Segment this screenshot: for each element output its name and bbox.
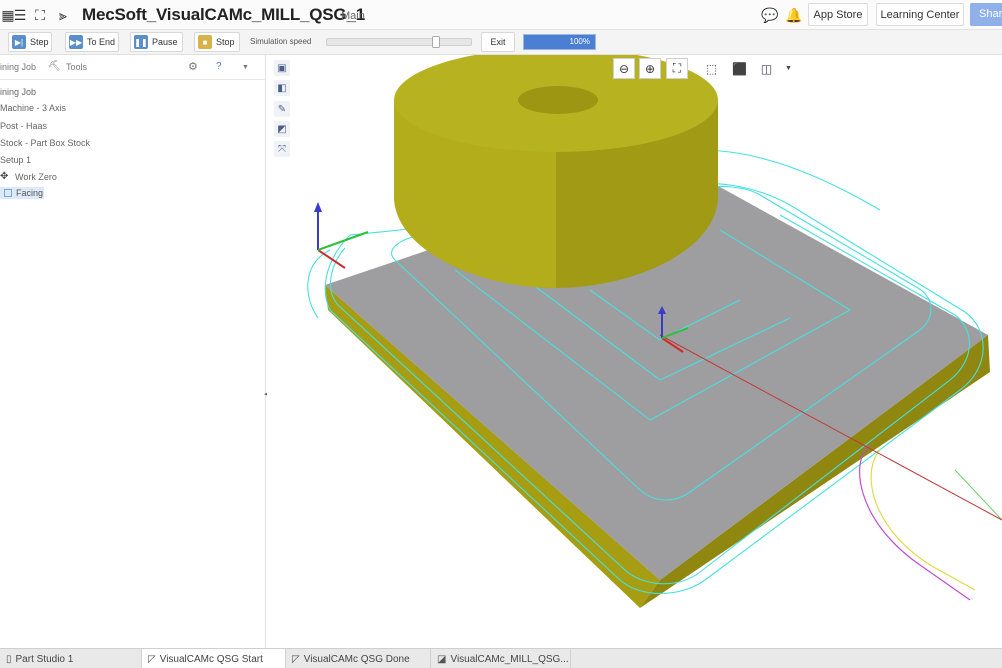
step-label: Step <box>30 37 49 47</box>
to-end-icon: ▶▶ <box>69 35 83 49</box>
help-icon[interactable]: ? <box>216 61 222 72</box>
stop-icon: ■ <box>198 35 212 49</box>
view-iso-icon[interactable]: ⬛ <box>732 61 747 76</box>
tree-item-post[interactable]: Post - Haas <box>0 121 47 131</box>
menu-icon[interactable]: ☰ <box>12 6 28 24</box>
stop-label: Stop <box>216 37 235 47</box>
learning-center-button[interactable]: Learning Center <box>876 3 964 26</box>
simulation-scene <box>307 55 1002 608</box>
tree-item-work-zero[interactable]: Work Zero <box>15 172 57 182</box>
zoom-in-button[interactable]: ⊕ <box>639 58 661 79</box>
part-studio-icon: ▯ <box>6 653 12 665</box>
zoom-in-icon: ⊕ <box>644 61 656 76</box>
tab-part-studio[interactable]: ▯ Part Studio 1 <box>0 649 142 668</box>
to-end-button[interactable]: ▶▶ To End <box>65 32 119 52</box>
facing-icon <box>4 189 12 197</box>
toolpath-lead <box>954 469 1002 521</box>
zoom-fit-button[interactable]: ⛶ <box>666 58 688 79</box>
step-button[interactable]: ▶| Step <box>8 32 52 52</box>
to-end-label: To End <box>87 37 116 47</box>
tab-qsg-done-label: VisualCAMc QSG Done <box>303 653 410 665</box>
exit-button[interactable]: Exit <box>481 32 515 52</box>
step-icon: ▶| <box>12 35 26 49</box>
zoom-out-icon: ⊖ <box>618 61 630 76</box>
comments-icon[interactable]: 💬 <box>761 6 778 24</box>
tab-qsg-start[interactable]: ◸ VisualCAMc QSG Start <box>142 649 286 668</box>
notifications-icon[interactable]: 🔔 <box>785 6 802 24</box>
toolpath-retract <box>859 444 971 601</box>
app-root: ▦ ☰ ⛶ ⫸ MecSoft_VisualCAMc_MILL_QSG_1 Ma… <box>0 0 1002 668</box>
tools-tab-icon[interactable]: ⛏ <box>48 61 61 72</box>
tree-item-setup[interactable]: Setup 1 <box>0 155 31 165</box>
pause-icon: ❚❚ <box>134 35 148 49</box>
tab-machining-job[interactable]: ining Job <box>0 62 36 72</box>
tab-mill-qsg[interactable]: ◪ VisualCAMc_MILL_QSG... <box>431 649 571 668</box>
show-tool-icon[interactable]: ✎ <box>274 101 290 117</box>
pause-button[interactable]: ❚❚ Pause <box>130 32 183 52</box>
tree-item-stock[interactable]: Stock - Part Box Stock <box>0 138 90 148</box>
top-bar: ▦ ☰ ⛶ ⫸ MecSoft_VisualCAMc_MILL_QSG_1 Ma… <box>0 0 1002 30</box>
work-zero-icon: ✥ <box>0 171 9 182</box>
show-part-icon[interactable]: ◩ <box>274 121 290 137</box>
panel-tabs: ining Job ⛏ Tools ⚙ ? ▼ <box>0 55 266 80</box>
simulation-toolbar: ▶| Step ▶▶ To End ❚❚ Pause ■ Stop Simula… <box>0 30 1002 55</box>
simulation-progress-bar: 100% <box>523 34 596 50</box>
branch-label[interactable]: Main <box>341 10 365 22</box>
zoom-fit-icon: ⛶ <box>672 61 682 75</box>
tree-item-facing[interactable]: Facing <box>0 187 44 199</box>
app-tab-icon: ◸ <box>292 653 300 665</box>
feature-filter-icon[interactable]: ⛶ <box>32 6 48 24</box>
facing-label: Facing <box>16 188 44 198</box>
stop-button[interactable]: ■ Stop <box>194 32 240 52</box>
toolpath-retract-2 <box>870 449 976 591</box>
app-tab-icon: ◸ <box>148 653 156 665</box>
show-axes-icon[interactable]: ⤧ <box>274 141 290 157</box>
progress-text: 100% <box>569 37 590 46</box>
tab-qsg-start-label: VisualCAMc QSG Start <box>159 653 263 665</box>
pause-label: Pause <box>152 37 178 47</box>
tab-mill-qsg-label: VisualCAMc_MILL_QSG... <box>450 653 569 665</box>
tab-part-studio-label: Part Studio 1 <box>15 653 74 665</box>
chevron-down-icon[interactable]: ▼ <box>242 64 249 71</box>
show-stock-icon[interactable]: ◧ <box>274 80 290 96</box>
origin-triad <box>314 202 369 269</box>
view-cube-icon[interactable]: ▣ <box>274 60 290 76</box>
drawing-tab-icon: ◪ <box>437 653 447 665</box>
view-options-chevron-icon[interactable]: ▼ <box>781 61 796 76</box>
zoom-out-button[interactable]: ⊖ <box>613 58 635 79</box>
cutting-tool <box>394 55 718 288</box>
document-tabs: ▯ Part Studio 1 ◸ VisualCAMc QSG Start ◸… <box>0 648 1002 668</box>
speed-slider-thumb[interactable] <box>432 36 440 48</box>
tree-item-machine[interactable]: Machine - 3 Axis <box>0 103 66 113</box>
settings-icon[interactable]: ⚙ <box>188 60 198 73</box>
view-front-icon[interactable]: ⬚ <box>704 61 719 76</box>
view-shaded-icon[interactable]: ◫ <box>759 61 774 76</box>
simulation-speed-label: Simulation speed <box>250 37 312 46</box>
machining-job-panel: ining Job ⛏ Tools ⚙ ? ▼ ining Job Machin… <box>0 55 269 648</box>
simulation-speed-slider[interactable] <box>326 36 472 48</box>
variables-icon[interactable]: ⫸ <box>55 6 71 24</box>
tab-qsg-done[interactable]: ◸ VisualCAMc QSG Done <box>286 649 431 668</box>
share-button[interactable]: Share <box>970 3 1002 26</box>
graphics-viewport[interactable]: ▣ ◧ ✎ ◩ ⤧ ⊖ ⊕ ⛶ ⬚ ⬛ ◫ ▼ <box>267 55 1002 648</box>
app-store-button[interactable]: App Store <box>808 3 868 26</box>
document-title: MecSoft_VisualCAMc_MILL_QSG_1 <box>82 5 365 24</box>
tree-item-machining-job[interactable]: ining Job <box>0 87 36 97</box>
tab-tools[interactable]: Tools <box>66 62 87 72</box>
